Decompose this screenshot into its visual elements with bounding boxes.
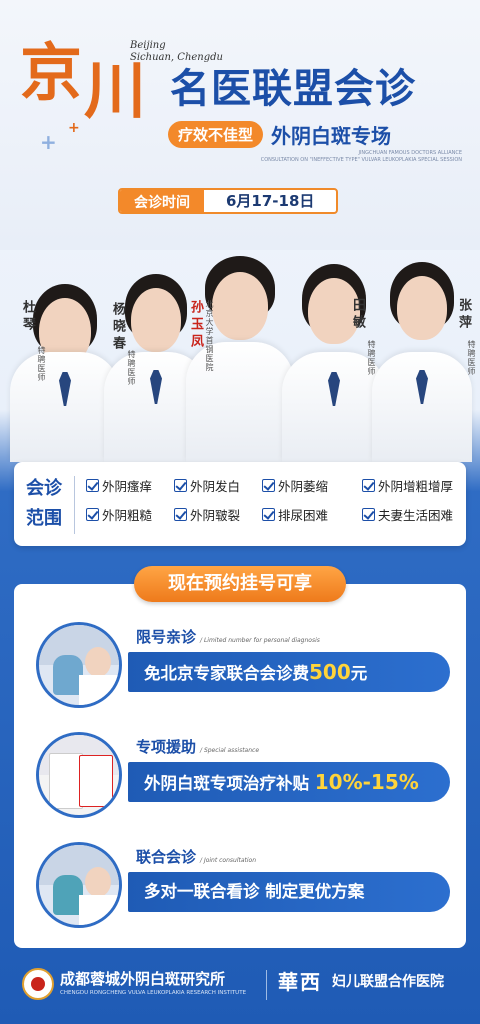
- doctors-row: 杜琴 特聘医师 杨晓春 特聘医师 孙玉凤 北京大学首钢医院 田敏 特聘医师 张萍…: [0, 230, 480, 462]
- doctor-title: 特聘医师: [367, 340, 376, 376]
- partner-name: 妇儿联盟合作医院: [332, 974, 444, 990]
- doctor-face: [131, 288, 181, 352]
- doctor-name: 杜琴: [20, 300, 35, 334]
- doctor-title: 特聘医师: [467, 340, 476, 376]
- scope-item: 外阴萎缩: [262, 476, 362, 495]
- scope-item-label: 外阴发白: [190, 479, 241, 494]
- institute-logo-icon: [22, 968, 54, 1000]
- doctor-title: 北京大学首钢医院: [205, 300, 214, 372]
- divider: [266, 970, 267, 1000]
- divider: [74, 476, 75, 534]
- offer-suffix: 元: [350, 664, 368, 683]
- doctor-name: 田敏: [350, 298, 365, 332]
- doctor-photo: [372, 248, 472, 462]
- scope-item: 外阴增粗增厚: [362, 476, 462, 495]
- scope-item: 外阴发白: [174, 476, 262, 495]
- city-line: Beijing: [130, 40, 166, 51]
- doctor-title: 特聘医师: [37, 346, 46, 382]
- doctor-title: 特聘医师: [127, 350, 136, 386]
- checkbox-icon: [262, 508, 275, 521]
- tag-badge: 疗效不佳型: [168, 120, 264, 148]
- doctor-name: 孙玉凤: [188, 300, 203, 351]
- consultation-scope: 会诊 范围 外阴瘙痒 外阴发白 外阴萎缩 外阴增粗增厚 外阴粗糙 外阴皲裂 排尿…: [14, 462, 466, 546]
- footer: 成都蓉城外阴白斑研究所 CHENGDU RONGCHENG VULVA LEUK…: [0, 958, 480, 1024]
- offer-item: 联合会诊 / Joint consultation 多对一联合看诊 制定更优方案: [36, 840, 450, 930]
- scope-item: 夫妻生活困难: [362, 505, 462, 524]
- header: + + 京川 Beijing Sichuan, Chengdu 名医联盟会诊 疗…: [0, 0, 480, 250]
- checkbox-icon: [262, 479, 275, 492]
- checkbox-icon: [86, 508, 99, 521]
- checkbox-icon: [174, 479, 187, 492]
- poster: + + 京川 Beijing Sichuan, Chengdu 名医联盟会诊 疗…: [0, 0, 480, 1024]
- checkbox-icon: [174, 508, 187, 521]
- offer-text-main: 外阴白斑专项治疗补贴: [144, 774, 315, 793]
- scope-item-label: 外阴萎缩: [278, 479, 329, 494]
- offer-header: 联合会诊 / Joint consultation: [136, 846, 256, 867]
- doctor-face: [397, 276, 447, 340]
- doctor-face: [212, 272, 268, 340]
- offer-text: 多对一联合看诊 制定更优方案: [128, 872, 450, 912]
- scope-item-label: 外阴粗糙: [102, 508, 153, 523]
- doctor-photo: [186, 244, 294, 462]
- calligraphy-char: 川: [84, 54, 146, 127]
- institute-name-en: CHENGDU RONGCHENG VULVA LEUKOPLAKIA RESE…: [60, 990, 247, 996]
- time-value: 6月17-18日: [226, 192, 315, 210]
- time-label: 会诊时间: [120, 190, 204, 212]
- scope-item-label: 外阴增粗增厚: [378, 479, 454, 494]
- offer-item: 专项援助 / Special assistance 外阴白斑专项治疗补贴 10%…: [36, 730, 450, 820]
- plus-decoration-icon: +: [40, 130, 57, 154]
- offer-header: 专项援助 / Special assistance: [136, 736, 259, 757]
- consultation-photo: [36, 842, 122, 928]
- subtitle-en: JINGCHUAN FAMOUS DOCTORS ALLIANCE CONSUL…: [261, 150, 462, 164]
- institute-name: 成都蓉城外阴白斑研究所: [60, 970, 226, 988]
- doctor-coat: [372, 352, 472, 462]
- document-photo: [36, 732, 122, 818]
- doctor-name: 杨晓春: [110, 302, 125, 353]
- scope-item-label: 夫妻生活困难: [378, 508, 454, 523]
- consultation-photo: [36, 622, 122, 708]
- scope-item-label: 外阴瘙痒: [102, 479, 153, 494]
- offer-title-en: / Joint consultation: [200, 857, 257, 864]
- doctor-coat: [186, 342, 294, 462]
- scope-item-label: 排尿困难: [278, 508, 329, 523]
- checkbox-icon: [362, 479, 375, 492]
- offer-title: 限号亲诊: [136, 628, 197, 646]
- calligraphy-char: 京: [20, 36, 82, 109]
- checkbox-icon: [86, 479, 99, 492]
- scope-item-label: 外阴皲裂: [190, 508, 241, 523]
- plus-decoration-icon: +: [68, 120, 80, 136]
- subtitle-en-line: JINGCHUAN FAMOUS DOCTORS ALLIANCE: [358, 150, 462, 156]
- offer-title-en: / Special assistance: [200, 747, 260, 754]
- offer-text-main: 免北京专家联合会诊费: [144, 664, 309, 683]
- offer-highlight: 10%-15%: [314, 770, 419, 794]
- scope-item: 外阴粗糙: [86, 505, 174, 524]
- offers-banner: 现在预约挂号可享: [134, 566, 346, 602]
- calligraphy-title: 京川: [20, 36, 146, 124]
- scope-label-line: 范围: [26, 508, 62, 529]
- offer-header: 限号亲诊 / Limited number for personal diagn…: [136, 626, 320, 647]
- offer-text: 免北京专家联合会诊费500元: [128, 652, 450, 692]
- page-title: 名医联盟会诊: [170, 66, 416, 112]
- offer-text: 外阴白斑专项治疗补贴 10%-15%: [128, 762, 450, 802]
- partner-logo: 華西: [278, 970, 322, 994]
- offer-item: 限号亲诊 / Limited number for personal diagn…: [36, 620, 450, 710]
- subtitle-en-line: CONSULTATION ON "INEFFECTIVE TYPE" VULVA…: [260, 157, 462, 163]
- offer-highlight: 500: [309, 660, 351, 684]
- scope-list: 外阴瘙痒 外阴发白 外阴萎缩 外阴增粗增厚 外阴粗糙 外阴皲裂 排尿困难 夫妻生…: [86, 476, 462, 524]
- checkbox-icon: [362, 508, 375, 521]
- subtitle: 外阴白斑专场: [271, 123, 392, 148]
- scope-label: 会诊 范围: [24, 474, 64, 534]
- offer-title-en: / Limited number for personal diagnosis: [200, 637, 320, 644]
- subtitle-row: 疗效不佳型 外阴白斑专场: [168, 120, 391, 148]
- offer-title: 专项援助: [136, 738, 197, 756]
- offer-title: 联合会诊: [136, 848, 197, 866]
- scope-label-line: 会诊: [26, 478, 62, 499]
- scope-item: 排尿困难: [262, 505, 362, 524]
- doctor-name: 张萍: [456, 298, 471, 332]
- scope-item: 外阴皲裂: [174, 505, 262, 524]
- scope-item: 外阴瘙痒: [86, 476, 174, 495]
- consultation-time: 会诊时间 6月17-18日: [118, 188, 339, 214]
